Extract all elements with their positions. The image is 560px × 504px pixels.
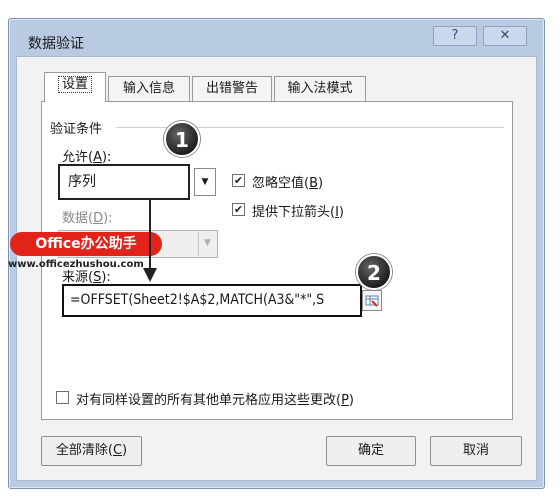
range-select-icon[interactable]	[362, 290, 382, 311]
annotation-arrow-icon	[143, 200, 157, 282]
step-2-marker: 2	[356, 254, 392, 290]
close-button[interactable]: ✕	[483, 26, 527, 46]
allow-label: 允许(A):	[62, 150, 112, 165]
tab-ime-mode[interactable]: 输入法模式	[274, 76, 366, 101]
help-button[interactable]: ?	[433, 26, 477, 46]
tab-settings-label: 设置	[57, 76, 92, 93]
group-title: 验证条件	[50, 122, 103, 137]
allow-dropdown-arrow-icon[interactable]: ▼	[194, 168, 216, 196]
apply-all-label: 对有同样设置的所有其他单元格应用这些更改(P)	[76, 393, 354, 408]
dropdown-arrow-checkbox[interactable]: ✔	[232, 203, 245, 216]
allow-combo[interactable]: 序列	[58, 164, 190, 200]
step-1-marker: 1	[164, 121, 200, 157]
clear-all-button[interactable]: 全部清除(C)	[41, 436, 142, 466]
cancel-button[interactable]: 取消	[430, 436, 522, 466]
data-label: 数据(D):	[62, 211, 113, 226]
data-dropdown-arrow-icon: ▼	[198, 232, 216, 256]
dialog-title: 数据验证	[28, 36, 84, 52]
tab-error-alert[interactable]: 出错警告	[192, 76, 272, 101]
range-select-icon-svg	[365, 295, 379, 307]
ignore-blank-checkbox[interactable]: ✔	[232, 174, 245, 187]
dropdown-arrow-label: 提供下拉箭头(I)	[252, 205, 344, 220]
tab-input-message[interactable]: 输入信息	[108, 76, 190, 101]
ok-button[interactable]: 确定	[326, 436, 416, 466]
apply-all-checkbox[interactable]	[56, 391, 69, 404]
tab-settings[interactable]: 设置	[44, 72, 106, 102]
ignore-blank-label: 忽略空值(B)	[252, 176, 324, 191]
source-input[interactable]: =OFFSET(Sheet2!$A$2,MATCH(A3&"*",S	[62, 284, 362, 317]
